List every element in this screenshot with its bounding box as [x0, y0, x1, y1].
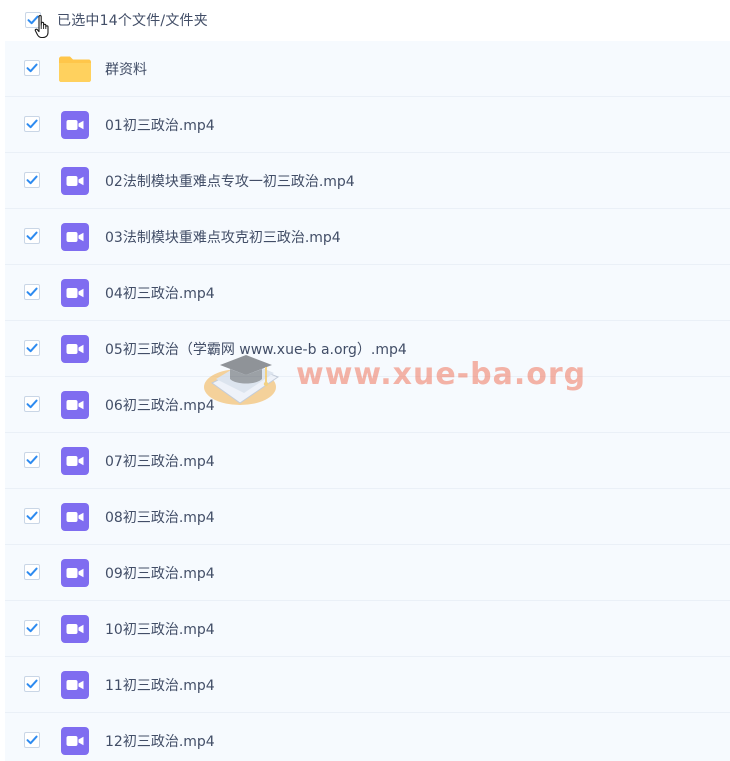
row-checkbox[interactable] — [24, 620, 40, 636]
file-name[interactable]: 04初三政治.mp4 — [105, 283, 215, 303]
video-file-icon — [58, 223, 92, 251]
file-name[interactable]: 02法制模块重难点专攻一初三政治.mp4 — [105, 171, 355, 191]
row-checkbox[interactable] — [24, 340, 40, 356]
file-row[interactable]: 04初三政治.mp4 — [5, 265, 730, 321]
row-checkbox[interactable] — [24, 396, 40, 412]
video-file-icon — [61, 615, 89, 643]
file-row[interactable]: 09初三政治.mp4 — [5, 545, 730, 601]
check-icon — [26, 119, 38, 129]
checkbox-checked[interactable] — [24, 564, 40, 580]
video-file-icon — [58, 391, 92, 419]
file-row[interactable]: 10初三政治.mp4 — [5, 601, 730, 657]
checkbox-checked[interactable] — [24, 396, 40, 412]
checkbox-checked[interactable] — [24, 676, 40, 692]
video-file-icon — [61, 503, 89, 531]
video-file-icon — [58, 167, 92, 195]
file-row[interactable]: 01初三政治.mp4 — [5, 97, 730, 153]
check-icon — [26, 63, 38, 73]
checkbox-checked[interactable] — [24, 508, 40, 524]
checkbox-checked[interactable] — [24, 340, 40, 356]
checkbox-checked[interactable] — [24, 620, 40, 636]
check-icon — [26, 623, 38, 633]
row-checkbox[interactable] — [24, 284, 40, 300]
checkbox-checked[interactable] — [24, 116, 40, 132]
video-file-icon — [61, 671, 89, 699]
checkbox-checked[interactable] — [24, 172, 40, 188]
check-icon — [26, 567, 38, 577]
row-checkbox[interactable] — [24, 452, 40, 468]
video-file-icon — [61, 391, 89, 419]
check-icon — [26, 511, 38, 521]
video-file-icon — [61, 279, 89, 307]
video-file-icon — [61, 167, 89, 195]
row-checkbox[interactable] — [24, 508, 40, 524]
row-checkbox[interactable] — [24, 564, 40, 580]
file-name[interactable]: 11初三政治.mp4 — [105, 675, 215, 695]
checkbox-checked[interactable] — [24, 452, 40, 468]
file-row[interactable]: 06初三政治.mp4 — [5, 377, 730, 433]
video-file-icon — [58, 335, 92, 363]
row-checkbox[interactable] — [24, 676, 40, 692]
row-checkbox[interactable] — [24, 172, 40, 188]
file-name[interactable]: 08初三政治.mp4 — [105, 507, 215, 527]
checkbox-checked[interactable] — [24, 732, 40, 748]
checkbox-checked[interactable] — [24, 284, 40, 300]
folder-icon — [59, 56, 91, 82]
file-row[interactable]: 12初三政治.mp4 — [5, 713, 730, 761]
check-icon — [26, 175, 38, 185]
check-icon — [26, 399, 38, 409]
check-icon — [26, 287, 38, 297]
video-file-icon — [58, 615, 92, 643]
file-name[interactable]: 06初三政治.mp4 — [105, 395, 215, 415]
file-row[interactable]: 群资料 — [5, 41, 730, 97]
video-file-icon — [61, 559, 89, 587]
file-name[interactable]: 03法制模块重难点攻克初三政治.mp4 — [105, 227, 341, 247]
file-list: 群资料 01初三政治.mp4 02法制模块重难点专攻一初三政治.mp4 03法制模块重… — [5, 41, 730, 761]
selection-count-label: 已选中14个文件/文件夹 — [57, 13, 208, 29]
hand-cursor-icon — [34, 15, 49, 39]
file-name[interactable]: 05初三政治（学霸网 www.xue-b a.org）.mp4 — [105, 339, 407, 359]
video-file-icon — [58, 727, 92, 755]
file-row[interactable]: 03法制模块重难点攻克初三政治.mp4 — [5, 209, 730, 265]
folder-icon — [58, 55, 92, 83]
row-checkbox[interactable] — [24, 732, 40, 748]
check-icon — [26, 735, 38, 745]
video-file-icon — [61, 335, 89, 363]
video-file-icon — [61, 111, 89, 139]
video-file-icon — [58, 559, 92, 587]
video-file-icon — [58, 503, 92, 531]
row-checkbox[interactable] — [24, 228, 40, 244]
video-file-icon — [58, 671, 92, 699]
checkbox-checked[interactable] — [24, 228, 40, 244]
file-row[interactable]: 02法制模块重难点专攻一初三政治.mp4 — [5, 153, 730, 209]
file-name[interactable]: 12初三政治.mp4 — [105, 731, 215, 751]
row-checkbox[interactable] — [24, 116, 40, 132]
video-file-icon — [61, 223, 89, 251]
file-list-panel: 已选中14个文件/文件夹 群资料 01初三政治.mp4 02法制模块重难点专攻一初三… — [0, 0, 730, 761]
row-checkbox[interactable] — [24, 60, 40, 76]
file-name[interactable]: 群资料 — [105, 59, 147, 79]
file-name[interactable]: 09初三政治.mp4 — [105, 563, 215, 583]
video-file-icon — [58, 447, 92, 475]
check-icon — [26, 455, 38, 465]
file-row[interactable]: 11初三政治.mp4 — [5, 657, 730, 713]
selection-header: 已选中14个文件/文件夹 — [0, 0, 730, 40]
file-name[interactable]: 07初三政治.mp4 — [105, 451, 215, 471]
file-name[interactable]: 10初三政治.mp4 — [105, 619, 215, 639]
file-name[interactable]: 01初三政治.mp4 — [105, 115, 215, 135]
check-icon — [26, 679, 38, 689]
checkbox-checked[interactable] — [24, 60, 40, 76]
video-file-icon — [61, 447, 89, 475]
file-row[interactable]: 05初三政治（学霸网 www.xue-b a.org）.mp4 — [5, 321, 730, 377]
video-file-icon — [61, 727, 89, 755]
video-file-icon — [58, 279, 92, 307]
file-row[interactable]: 07初三政治.mp4 — [5, 433, 730, 489]
file-row[interactable]: 08初三政治.mp4 — [5, 489, 730, 545]
video-file-icon — [58, 111, 92, 139]
check-icon — [26, 343, 38, 353]
check-icon — [26, 231, 38, 241]
